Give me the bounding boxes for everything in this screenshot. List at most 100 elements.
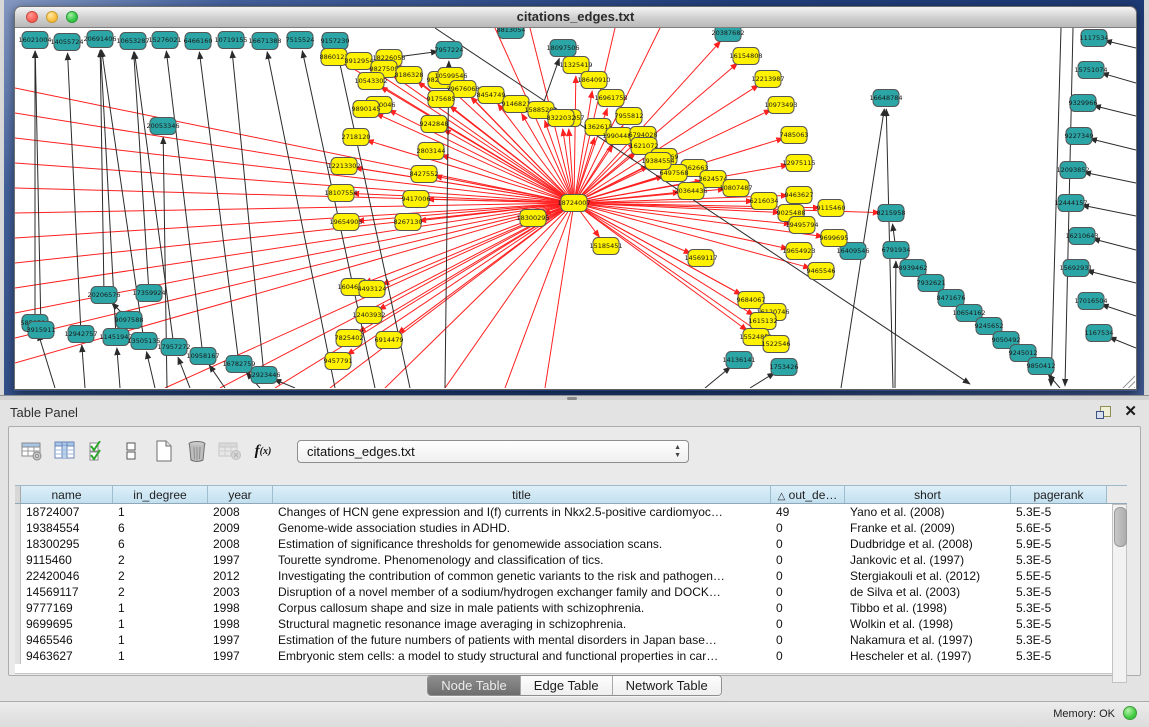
tab-node-table[interactable]: Node Table — [428, 676, 521, 695]
node-selected[interactable]: 10543302 — [354, 73, 387, 90]
node[interactable]: 8939462 — [899, 260, 928, 277]
node[interactable]: 10653287 — [116, 33, 149, 50]
edge-selected[interactable] — [220, 203, 574, 388]
edge[interactable] — [1102, 73, 1136, 83]
node[interactable]: 1117534 — [1080, 30, 1109, 47]
network-view-window[interactable]: citations_edges.txt 16021004140557242069… — [14, 6, 1137, 391]
node[interactable]: 16648784 — [869, 90, 902, 107]
edge[interactable] — [705, 367, 731, 388]
node-selected[interactable]: 9463627 — [785, 187, 814, 204]
edge[interactable] — [178, 357, 190, 388]
node-selected[interactable]: 9699695 — [820, 230, 849, 247]
column-header-out_de[interactable]: △ out_de… — [771, 486, 845, 503]
node[interactable]: 20053346 — [146, 118, 179, 135]
network-canvas[interactable]: 1602100414055724206914061065328715276021… — [14, 28, 1137, 390]
node-selected[interactable]: 2718120 — [342, 129, 371, 146]
node[interactable]: 20206576 — [87, 287, 120, 304]
edge[interactable] — [147, 352, 155, 388]
edge[interactable] — [1101, 304, 1136, 316]
table-row[interactable]: 1872400712008Changes of HCN gene express… — [15, 504, 1112, 520]
window-titlebar[interactable]: citations_edges.txt — [14, 6, 1137, 28]
node-selected[interactable]: 9175685 — [427, 91, 456, 108]
edge-selected[interactable] — [15, 203, 574, 288]
node[interactable]: 14055724 — [50, 34, 83, 51]
node[interactable]: 16210643 — [1065, 228, 1098, 245]
edge-selected[interactable] — [574, 76, 576, 203]
node-selected[interactable]: 6216034 — [750, 193, 779, 210]
citation-network-graph[interactable]: 1602100414055724206914061065328715276021… — [15, 28, 1136, 388]
row-height-icon[interactable] — [118, 438, 144, 464]
edge[interactable] — [895, 261, 896, 388]
node[interactable]: 12923446 — [247, 367, 280, 384]
edge[interactable] — [1093, 239, 1136, 250]
table-row[interactable]: 946554611997Estimation of the future num… — [15, 632, 1112, 648]
node[interactable]: 9227349 — [1065, 128, 1094, 145]
table-row[interactable]: 1830029562008Estimation of significance … — [15, 536, 1112, 552]
node-selected[interactable]: 12975115 — [782, 155, 815, 172]
node-selected[interactable]: 9465546 — [807, 263, 836, 280]
edge[interactable] — [232, 51, 264, 375]
node-selected[interactable]: 18724007 — [557, 195, 590, 212]
zoom-window-button[interactable] — [66, 11, 78, 23]
edge-selected[interactable] — [574, 203, 754, 315]
edge-selected[interactable] — [444, 129, 574, 203]
table-row[interactable]: 911546021997Tourette syndrome. Phenomeno… — [15, 552, 1112, 568]
node-selected[interactable]: 6914479 — [375, 332, 404, 349]
node-selected[interactable]: 1522546 — [762, 336, 791, 353]
node-selected[interactable]: 16961758 — [594, 90, 627, 107]
node[interactable]: 9097588 — [115, 312, 144, 329]
edge[interactable] — [199, 52, 239, 364]
edge-selected[interactable] — [376, 114, 574, 203]
column-header-name[interactable]: name — [21, 486, 113, 503]
node[interactable]: 12444157 — [1054, 195, 1087, 212]
node-selected[interactable]: 16154808 — [729, 48, 762, 65]
node[interactable]: 7957224 — [435, 42, 464, 59]
edge[interactable] — [1109, 337, 1136, 348]
table-row[interactable]: 946362711997Embryonic stem cells: a mode… — [15, 648, 1112, 664]
node[interactable]: 16671388 — [248, 33, 281, 50]
table-selector-dropdown[interactable]: citations_edges.txt ▲▼ — [297, 440, 689, 463]
column-header-title[interactable]: title — [273, 486, 771, 503]
edge[interactable] — [1087, 271, 1136, 283]
node-selected[interactable]: 19654903 — [329, 214, 362, 231]
node-selected[interactable]: 2803144 — [417, 143, 446, 160]
tab-edge-table[interactable]: Edge Table — [521, 676, 613, 695]
close-panel-icon[interactable]: ✕ — [1124, 402, 1137, 420]
table-row[interactable]: 2242004622012Investigating the contribut… — [15, 568, 1112, 584]
delete-icon[interactable] — [184, 438, 210, 464]
column-header-pagerank[interactable]: pagerank — [1011, 486, 1107, 503]
edge[interactable] — [1090, 139, 1136, 150]
column-header-year[interactable]: year — [208, 486, 273, 503]
table-row[interactable]: 1938455462009Genome-wide association stu… — [15, 520, 1112, 536]
table-settings-icon[interactable] — [19, 438, 45, 464]
edge[interactable] — [166, 51, 203, 356]
node[interactable]: 16021004 — [18, 32, 51, 49]
edge[interactable] — [1105, 41, 1136, 48]
node[interactable]: 9850412 — [1027, 358, 1056, 375]
edge[interactable] — [750, 373, 775, 388]
edge-selected[interactable] — [505, 203, 574, 388]
edge[interactable] — [38, 334, 55, 388]
node[interactable]: 8215958 — [877, 205, 906, 222]
close-window-button[interactable] — [26, 11, 38, 23]
column-header-short[interactable]: short — [845, 486, 1011, 503]
node[interactable]: 6466160 — [184, 33, 213, 50]
edge[interactable] — [1082, 205, 1136, 216]
node[interactable]: 15276021 — [148, 32, 181, 49]
edge-selected[interactable] — [15, 163, 574, 203]
node-selected[interactable]: 15185451 — [589, 238, 622, 255]
float-panel-icon[interactable] — [1096, 405, 1111, 420]
node[interactable]: 13505135 — [127, 333, 160, 350]
node-selected[interactable]: 18107554 — [324, 185, 357, 202]
node[interactable]: 20691406 — [83, 31, 116, 48]
node[interactable]: 10958167 — [186, 348, 219, 365]
node[interactable]: 9157230 — [321, 33, 350, 50]
node[interactable]: 8471676 — [937, 290, 966, 307]
node-selected[interactable]: 7825402 — [335, 330, 364, 347]
edge[interactable] — [1084, 172, 1136, 183]
edge[interactable] — [82, 345, 85, 388]
node[interactable]: 10719155 — [214, 32, 247, 49]
select-columns-icon[interactable] — [85, 438, 111, 464]
node-selected[interactable]: 9115460 — [817, 200, 846, 217]
edge[interactable] — [117, 348, 120, 388]
